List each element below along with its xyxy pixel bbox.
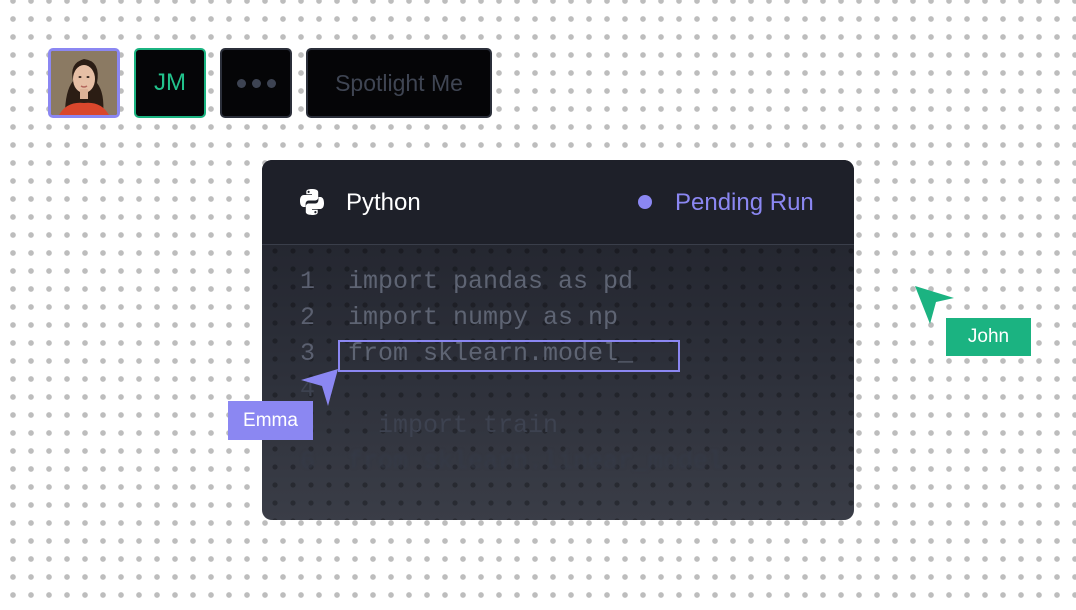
line-text: import pandas as pd [348, 267, 634, 296]
john-cursor-label: John [946, 318, 1031, 356]
avatar-portrait-icon [51, 51, 117, 115]
python-icon [300, 189, 324, 215]
spotlight-me-button[interactable]: Spotlight Me [306, 48, 492, 118]
language-label: Python [346, 189, 421, 216]
participant-toolbar: JM Spotlight Me [48, 48, 492, 118]
line-text: from sklearn.linear_model [348, 447, 724, 476]
dot-icon [251, 78, 261, 88]
code-line[interactable]: 6 from sklearn.linear_model [300, 446, 723, 478]
line-number: 1 [300, 267, 316, 296]
dot-icon [266, 78, 276, 88]
emma-cursor-label: Emma [228, 401, 313, 440]
line-number: 2 [300, 303, 316, 332]
emma-selection-highlight [338, 340, 680, 372]
dot-icon [236, 78, 246, 88]
line-text: import train [348, 411, 559, 440]
code-line[interactable]: 5 import train [300, 410, 558, 442]
code-line[interactable]: 1 import pandas as pd [300, 266, 633, 298]
editor-header: Python Pending Run [262, 160, 854, 245]
code-line[interactable]: 2 import numpy as np [300, 302, 618, 334]
line-text: import numpy as np [348, 303, 619, 332]
initials-avatar-button[interactable]: JM [134, 48, 206, 118]
run-status[interactable]: Pending Run [675, 189, 814, 217]
status-dot-icon [638, 195, 652, 209]
code-editor-panel: Python Pending Run 1 import pandas as pd … [262, 160, 854, 520]
user-avatar[interactable] [48, 48, 120, 118]
more-options-button[interactable] [220, 48, 292, 118]
line-number: 6 [300, 447, 316, 476]
